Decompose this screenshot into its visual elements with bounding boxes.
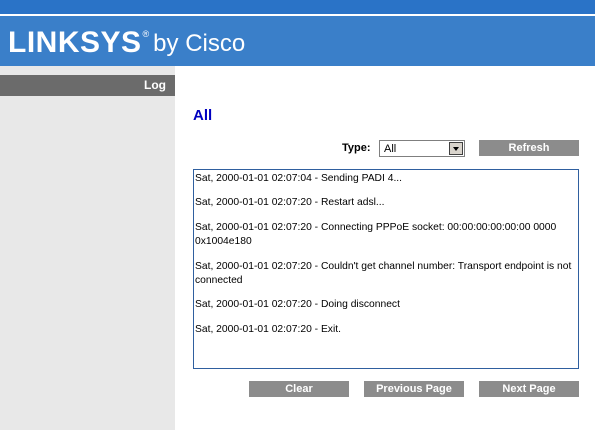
next-page-button[interactable]: Next Page	[479, 381, 579, 397]
log-entry: Sat, 2000-01-01 02:07:04 - Sending PADI …	[195, 173, 403, 184]
previous-page-button[interactable]: Previous Page	[364, 381, 464, 397]
top-strip	[0, 0, 595, 14]
header-bar: LINKSYS ® by Cisco	[0, 16, 595, 66]
log-entry: Sat, 2000-01-01 02:07:20 - Connecting PP…	[195, 222, 557, 247]
page-title: All	[193, 107, 213, 124]
logo-by-cisco-text: by Cisco	[153, 30, 246, 57]
log-entry: Sat, 2000-01-01 02:07:20 - Restart adsl.…	[195, 197, 385, 208]
refresh-button[interactable]: Refresh	[479, 140, 579, 156]
type-select[interactable]: All	[379, 140, 465, 157]
sidebar-tab-log[interactable]: Log	[0, 75, 175, 96]
type-select-value: All	[384, 143, 397, 155]
log-entry: Sat, 2000-01-01 02:07:20 - Exit.	[195, 324, 341, 335]
sidebar	[0, 66, 175, 430]
linksys-logo: LINKSYS ® by Cisco	[8, 26, 245, 58]
log-entry: Sat, 2000-01-01 02:07:20 - Couldn't get …	[195, 261, 572, 286]
log-entry: Sat, 2000-01-01 02:07:20 - Doing disconn…	[195, 299, 400, 310]
chevron-down-icon[interactable]	[449, 142, 463, 155]
log-textarea[interactable]: Sat, 2000-01-01 02:07:04 - Sending PADI …	[193, 169, 579, 369]
logo-registered-mark: ®	[142, 29, 150, 39]
clear-button[interactable]: Clear	[249, 381, 349, 397]
type-label: Type:	[342, 142, 371, 154]
router-log-page: LINKSYS ® by Cisco Log All Type: All Ref…	[0, 0, 595, 430]
logo-brand-text: LINKSYS	[8, 26, 142, 59]
